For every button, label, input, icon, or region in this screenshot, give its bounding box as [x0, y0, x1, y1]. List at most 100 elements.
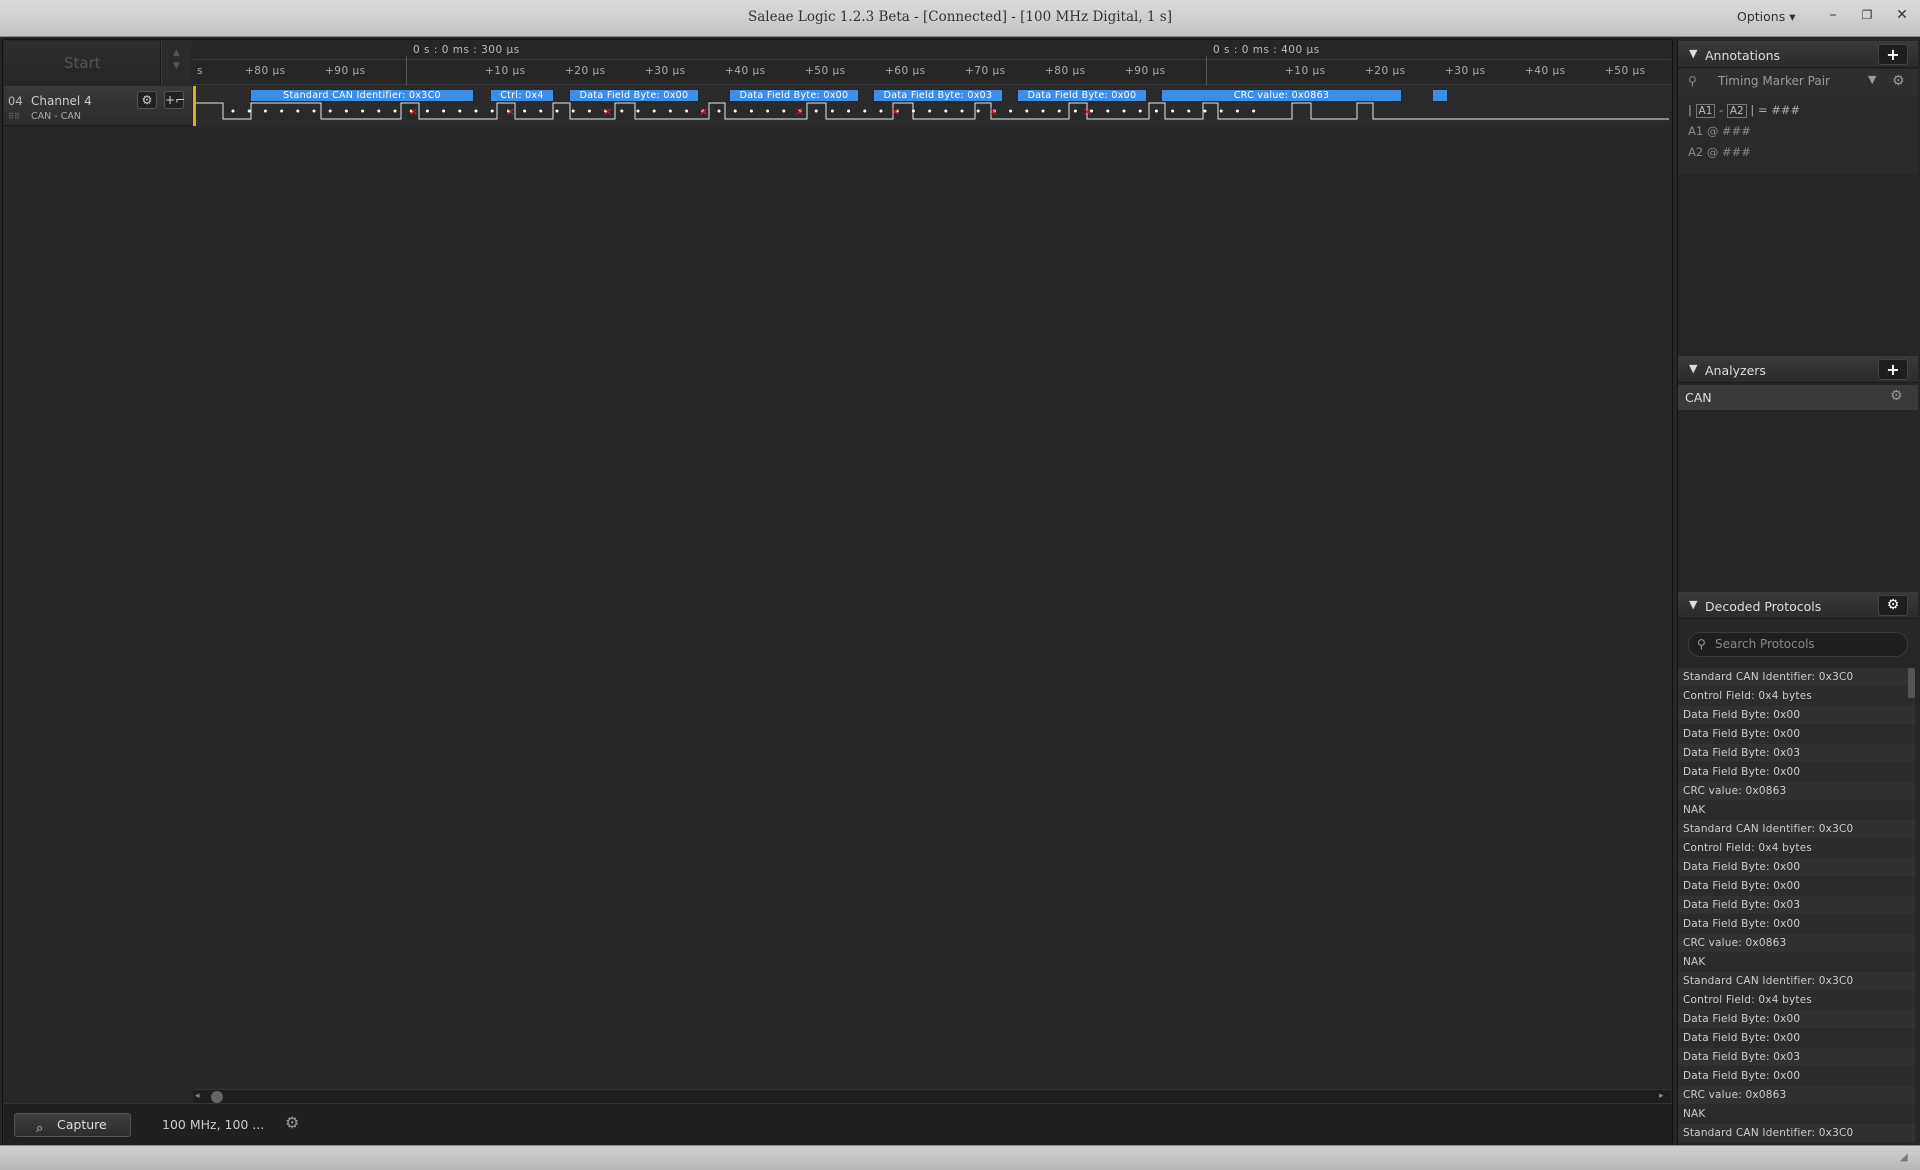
time-ruler[interactable]: 0 s : 0 ms : 300 μs 0 s : 0 ms : 400 μs … — [193, 41, 1671, 86]
capture-tab[interactable]: ⌕ Capture — [14, 1113, 131, 1137]
scroll-thumb[interactable] — [211, 1091, 223, 1103]
ruler-tick-label: +80 μs — [245, 65, 286, 77]
ruler-major-tick — [1206, 56, 1207, 86]
decoded-annotation[interactable]: Data Field Byte: 0x00 — [1018, 90, 1146, 101]
timing-marker-row[interactable]: ⚲ Timing Marker Pair ▼ ⚙ — [1678, 69, 1918, 95]
collapse-triangle-icon[interactable]: ▼ — [1689, 362, 1697, 375]
bit-sample-dot — [361, 109, 365, 113]
decoded-annotation[interactable] — [1433, 90, 1447, 101]
bit-sample-dot — [944, 109, 948, 113]
list-item[interactable]: Control Field: 0x4 bytes — [1678, 839, 1915, 858]
list-item[interactable]: Data Field Byte: 0x00 — [1678, 858, 1915, 877]
list-item[interactable]: CRC value: 0x0863 — [1678, 934, 1915, 953]
list-item[interactable]: CRC value: 0x0863 — [1678, 782, 1915, 801]
list-item[interactable]: NAK — [1678, 1105, 1915, 1124]
chevron-down-icon[interactable]: ▼ — [162, 60, 191, 73]
list-item[interactable]: Standard CAN Identifier: 0x3C0 — [1678, 668, 1915, 687]
pin-icon[interactable]: ⚲ — [1688, 74, 1697, 88]
bit-sample-dot — [442, 109, 446, 113]
capture-icon: ⌕ — [36, 1121, 44, 1136]
list-item[interactable]: Data Field Byte: 0x00 — [1678, 1029, 1915, 1048]
analyzers-header[interactable]: ▼ Analyzers + — [1678, 356, 1918, 383]
annotations-header[interactable]: ▼ Annotations + — [1678, 41, 1918, 68]
list-item[interactable]: NAK — [1678, 801, 1915, 820]
dropdown-triangle-icon[interactable]: ▼ — [1868, 73, 1876, 86]
list-item[interactable]: Data Field Byte: 0x00 — [1678, 706, 1915, 725]
list-item[interactable]: Control Field: 0x4 bytes — [1678, 687, 1915, 706]
scroll-right-icon[interactable]: ▸ — [1659, 1091, 1664, 1101]
list-item[interactable]: Data Field Byte: 0x00 — [1678, 915, 1915, 934]
stuff-bit-marker: × — [795, 105, 804, 118]
trigger-cursor[interactable] — [193, 86, 196, 126]
collapse-triangle-icon[interactable]: ▼ — [1689, 47, 1697, 60]
decoded-annotation[interactable]: Data Field Byte: 0x00 — [730, 90, 858, 101]
list-item[interactable]: Data Field Byte: 0x00 — [1678, 877, 1915, 896]
resize-grip-icon[interactable]: ◢ — [1900, 1152, 1908, 1163]
gear-icon: ⚙ — [1886, 597, 1900, 613]
channel-settings-button[interactable]: ⚙ — [137, 91, 157, 109]
bit-sample-dot — [782, 109, 786, 113]
capture-tab-label: Capture — [57, 1117, 107, 1132]
ruler-tick-label: +60 μs — [885, 65, 926, 77]
stuff-bit-marker: × — [603, 105, 612, 118]
decoded-protocols-list[interactable]: Standard CAN Identifier: 0x3C0 Control F… — [1678, 668, 1915, 1145]
bit-sample-dot — [863, 109, 867, 113]
trigger-button[interactable]: +⌐ — [164, 91, 185, 109]
bit-sample-dot — [1235, 109, 1239, 113]
stuff-bit-marker: × — [699, 105, 708, 118]
collapse-triangle-icon[interactable]: ▼ — [1689, 598, 1697, 611]
gear-icon[interactable]: ⚙ — [1890, 388, 1903, 404]
a1-marker-label[interactable]: A1 — [1695, 104, 1716, 118]
decoded-annotation[interactable]: Standard CAN Identifier: 0x3C0 — [251, 90, 473, 101]
list-item[interactable]: NAK — [1678, 953, 1915, 972]
chevron-up-icon[interactable]: ▲ — [162, 47, 191, 60]
list-item[interactable]: Data Field Byte: 0x03 — [1678, 744, 1915, 763]
drag-handle-icon[interactable]: ⠿⠿ — [8, 112, 20, 121]
gear-icon[interactable]: ⚙ — [285, 1113, 299, 1132]
horizontal-scrollbar[interactable]: ◂ ▸ — [193, 1089, 1671, 1103]
search-protocols-input[interactable]: ⚲ Search Protocols — [1688, 632, 1908, 657]
a2-marker-label[interactable]: A2 — [1726, 104, 1747, 118]
close-button[interactable]: ✕ — [1889, 4, 1915, 26]
waveform-row[interactable]: × × × × × × × × Standard CAN Identifier: 0x3C0 … — [193, 86, 1671, 126]
list-item[interactable]: Data Field Byte: 0x00 — [1678, 763, 1915, 782]
list-item[interactable]: Data Field Byte: 0x00 — [1678, 725, 1915, 744]
decoded-annotation[interactable]: Data Field Byte: 0x03 — [874, 90, 1002, 101]
restore-button[interactable]: ❐ — [1854, 4, 1880, 26]
ruler-major-tick — [406, 56, 407, 86]
decoded-annotation[interactable]: CRC value: 0x0863 — [1162, 90, 1401, 101]
list-item[interactable]: Standard CAN Identifier: 0x3C0 — [1678, 820, 1915, 839]
scroll-left-icon[interactable]: ◂ — [195, 1091, 200, 1101]
analyzer-item[interactable]: CAN ⚙ — [1678, 385, 1918, 411]
list-item[interactable]: Standard CAN Identifier: 0x3C0 — [1678, 1124, 1915, 1143]
vertical-scrollbar-thumb[interactable] — [1908, 668, 1915, 698]
search-icon: ⚲ — [1697, 637, 1706, 651]
decoded-annotation[interactable]: Data Field Byte: 0x00 — [570, 90, 698, 101]
sample-rate-info[interactable]: 100 MHz, 100 ... — [162, 1117, 264, 1132]
stuff-bit-marker: × — [409, 105, 418, 118]
list-item[interactable]: CRC value: 0x0863 — [1678, 1086, 1915, 1105]
channel-header[interactable]: 04 Channel 4 ⠿⠿ CAN - CAN ⚙ +⌐ — [4, 86, 192, 126]
bit-sample-dot — [1009, 109, 1013, 113]
start-options-spinner[interactable]: ▲ ▼ — [161, 41, 191, 85]
list-item[interactable]: Standard CAN Identifier: 0x3C0 — [1678, 972, 1915, 991]
start-button[interactable]: Start — [4, 41, 161, 85]
gear-icon[interactable]: ⚙ — [1892, 73, 1905, 89]
decoded-protocols-header[interactable]: ▼ Decoded Protocols ⚙ — [1678, 592, 1918, 619]
app-window: Saleae Logic 1.2.3 Beta - [Connected] - … — [0, 0, 1920, 1170]
list-item[interactable]: Data Field Byte: 0x03 — [1678, 1048, 1915, 1067]
channel-number: 04 — [8, 94, 23, 108]
list-item[interactable]: Data Field Byte: 0x00 — [1678, 1010, 1915, 1029]
add-analyzer-button[interactable]: + — [1878, 359, 1908, 380]
list-item[interactable]: Control Field: 0x4 bytes — [1678, 991, 1915, 1010]
bit-sample-dot — [911, 109, 915, 113]
stuff-bit-marker: × — [989, 105, 998, 118]
list-item[interactable]: Data Field Byte: 0x03 — [1678, 896, 1915, 915]
minimize-button[interactable]: – — [1820, 4, 1846, 26]
add-annotation-button[interactable]: + — [1878, 44, 1908, 65]
list-item[interactable]: Data Field Byte: 0x00 — [1678, 1067, 1915, 1086]
channel-name[interactable]: Channel 4 — [31, 94, 92, 108]
decoded-annotation[interactable]: Ctrl: 0x4 — [491, 90, 553, 101]
decoded-settings-button[interactable]: ⚙ — [1878, 595, 1908, 616]
options-menu[interactable]: Options ▾ — [1737, 9, 1796, 24]
